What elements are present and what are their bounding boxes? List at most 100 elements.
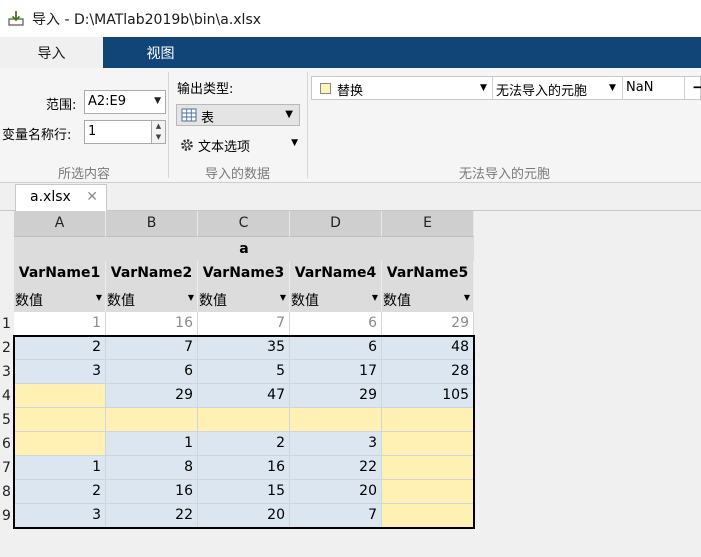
variable-type-dropdown[interactable]: 数值 ▼ [290,287,382,312]
table-cell[interactable]: 3 [290,432,382,456]
output-type-value: 表 [201,111,215,126]
variable-type-dropdown[interactable]: 数值 ▼ [14,287,106,312]
table-cell[interactable]: 29 [382,312,474,336]
column-header-a[interactable]: A [14,211,106,237]
tab-import[interactable]: 导入 [0,37,103,68]
table-cell[interactable] [14,384,106,408]
table-cell[interactable]: 3 [14,504,106,528]
variable-name-cell[interactable]: VarName5 [382,261,474,287]
table-cell[interactable]: 29 [290,384,382,408]
variable-type-dropdown[interactable]: 数值 ▼ [106,287,198,312]
table-cell[interactable] [14,408,106,432]
table-cell[interactable]: 16 [198,456,290,480]
table-cell[interactable]: 1 [14,456,106,480]
rule-action-dropdown[interactable]: 替换 [337,80,363,99]
table-cell[interactable]: 35 [198,336,290,360]
table-cell[interactable]: 6 [290,336,382,360]
row-header[interactable]: 8 [0,480,14,504]
selection-section-label: 所选内容 [57,167,110,182]
table-cell[interactable]: 1 [14,312,106,336]
table-cell[interactable]: 29 [106,384,198,408]
table-cell[interactable] [382,432,474,456]
table-cell[interactable]: 8 [106,456,198,480]
table-cell[interactable]: 17 [290,360,382,384]
close-icon[interactable]: ✕ [86,189,98,205]
row-header[interactable]: 5 [0,408,14,432]
variable-name-cell[interactable]: VarName2 [106,261,198,287]
replacement-value-field[interactable]: NaN [626,80,653,95]
table-cell[interactable]: 3 [14,360,106,384]
range-combobox[interactable]: A2:E9 ▼ [84,90,166,114]
table-cell[interactable]: 47 [198,384,290,408]
table-cell[interactable]: 5 [198,360,290,384]
table-cell[interactable]: 20 [198,504,290,528]
chevron-down-icon[interactable]: ▼ [480,83,487,93]
table-cell[interactable]: 7 [290,504,382,528]
table-cell[interactable]: 22 [290,456,382,480]
table-cell[interactable] [382,456,474,480]
table-cell[interactable]: 16 [106,312,198,336]
table-cell[interactable]: 28 [382,360,474,384]
row-header[interactable]: 4 [0,384,14,408]
table-cell[interactable] [14,432,106,456]
import-toolstrip: 范围: A2:E9 ▼ 变量名称行: 1 ▲ ▼ 所选内容 输出类型: 表 ▼ … [0,68,701,183]
doc-tab-label: a.xlsx [30,189,71,205]
table-cell[interactable] [106,408,198,432]
table-cell[interactable] [290,408,382,432]
table-cell[interactable] [382,408,474,432]
chevron-down-icon[interactable]: ▼ [609,83,616,93]
table-cell[interactable] [198,408,290,432]
varname-row-spinner[interactable]: 1 ▲ ▼ [84,120,166,144]
rule-condition-dropdown[interactable]: 无法导入的元胞 [496,80,587,99]
row-header[interactable]: 3 [0,360,14,384]
text-options-label: 文本选项 [198,140,251,155]
window-title: 导入 - D:\MATlab2019b\bin\a.xlsx [32,12,262,28]
row-header[interactable]: 7 [0,456,14,480]
spin-up-icon[interactable]: ▲ [152,121,165,132]
variable-type-label: 数值 [107,293,135,309]
table-cell[interactable]: 2 [14,480,106,504]
column-header-c[interactable]: C [198,211,290,237]
tab-view[interactable]: 视图 [103,37,218,68]
tab-a-xlsx[interactable]: a.xlsx ✕ [15,184,107,211]
row-header[interactable]: 1 [0,312,14,336]
table-cell[interactable]: 20 [290,480,382,504]
spin-down-icon[interactable]: ▼ [152,132,165,143]
spinner-buttons[interactable]: ▲ ▼ [151,121,165,143]
table-cell[interactable]: 16 [106,480,198,504]
chevron-down-icon: ▼ [279,293,286,302]
table-cell[interactable]: 6 [290,312,382,336]
variable-type-label: 数值 [15,293,43,309]
table-cell[interactable]: 2 [14,336,106,360]
unimportable-section-label: 无法导入的元胞 [458,167,550,182]
import-data-grid: A B C D Ea VarName1 VarName2 VarName3 VarName4 Va… [0,211,701,557]
table-cell[interactable]: 105 [382,384,474,408]
variable-name-cell[interactable]: VarName3 [198,261,290,287]
chevron-down-icon: ▼ [154,96,161,106]
column-header-d[interactable]: D [290,211,382,237]
table-cell[interactable]: 48 [382,336,474,360]
table-cell[interactable]: 6 [106,360,198,384]
text-options-button[interactable]: 文本选项 ▼ [176,134,302,156]
row-header[interactable]: 9 [0,504,14,528]
table-cell[interactable] [382,480,474,504]
table-cell[interactable]: 2 [198,432,290,456]
column-header-e[interactable]: E [382,211,474,237]
variable-name-cell[interactable]: VarName4 [290,261,382,287]
variable-name-cell[interactable]: VarName1 [14,261,106,287]
table-cell[interactable]: 7 [106,336,198,360]
remove-rule-button[interactable]: − [692,78,701,96]
table-cell[interactable] [382,504,474,528]
output-type-dropdown[interactable]: 表 ▼ [176,104,300,126]
variable-type-dropdown[interactable]: 数值 ▼ [382,287,474,312]
table-cell[interactable]: 22 [106,504,198,528]
table-cell[interactable]: 15 [198,480,290,504]
row-header[interactable]: 2 [0,336,14,360]
table-cell[interactable]: 1 [106,432,198,456]
row-header[interactable]: 6 [0,432,14,456]
range-value: A2:E9 [88,94,127,109]
table-cell[interactable]: 7 [198,312,290,336]
column-header-b[interactable]: B [106,211,198,237]
variable-type-label: 数值 [383,293,411,309]
variable-type-dropdown[interactable]: 数值 ▼ [198,287,290,312]
